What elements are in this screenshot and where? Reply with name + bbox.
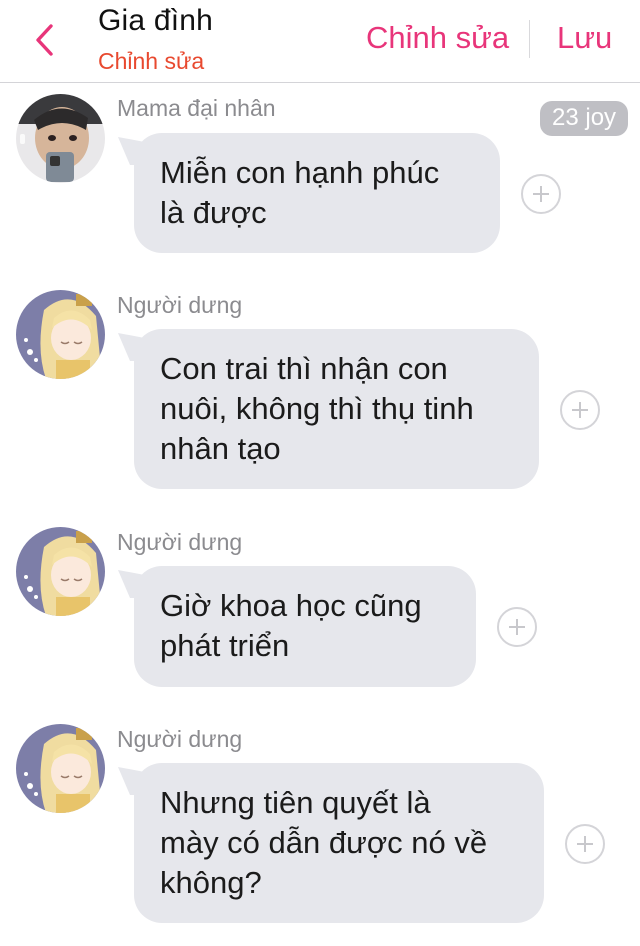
message-bubble[interactable]: Giờ khoa học cũng phát triển	[134, 566, 476, 687]
anime-girl-avatar[interactable]	[16, 290, 105, 379]
message-line: nuôi, không thì thụ tinh	[160, 391, 474, 426]
message-line: phát triển	[160, 628, 290, 663]
message-line: nhân tạo	[160, 431, 281, 466]
message-line: Miễn con hạnh phúc	[160, 155, 440, 190]
message-line: Nhưng tiên quyết là	[160, 785, 431, 820]
conversation-title: Gia đình	[98, 4, 214, 37]
plus-circle-icon	[572, 402, 588, 418]
add-reaction-button[interactable]	[565, 824, 605, 864]
message-bubble[interactable]: Nhưng tiên quyết là mày có dẫn được nó v…	[134, 763, 544, 923]
message-line: Giờ khoa học cũng	[160, 588, 422, 623]
message-line: không?	[160, 865, 262, 900]
message-bubble[interactable]: Miễn con hạnh phúc là được	[134, 133, 500, 253]
plus-circle-icon	[533, 186, 549, 202]
add-reaction-button[interactable]	[560, 390, 600, 430]
header-divider	[529, 20, 530, 58]
chevron-left-icon	[36, 24, 53, 56]
conversation-subtitle[interactable]: Chỉnh sửa	[98, 48, 204, 75]
chat-header: Gia đình Chỉnh sửa Chỉnh sửa Lưu	[0, 0, 640, 83]
message-line: Con trai thì nhận con	[160, 351, 448, 386]
add-reaction-button[interactable]	[497, 607, 537, 647]
message-line: là được	[160, 195, 267, 230]
message-bubble[interactable]: Con trai thì nhận con nuôi, không thì th…	[134, 329, 539, 489]
message-list[interactable]: Mama đại nhân 23 joy Miễn con hạnh phúc …	[0, 83, 640, 946]
back-button[interactable]	[26, 20, 62, 60]
plus-circle-icon	[577, 836, 593, 852]
save-button[interactable]: Lưu	[557, 20, 612, 56]
sender-name: Người dưng	[117, 726, 243, 752]
sender-name: Mama đại nhân	[117, 95, 276, 121]
add-reaction-button[interactable]	[521, 174, 561, 214]
sender-name: Người dưng	[117, 529, 243, 555]
reaction-badge[interactable]: 23 joy	[540, 101, 629, 136]
anime-girl-avatar[interactable]	[16, 527, 105, 616]
message-line: mày có dẫn được nó về	[160, 825, 488, 860]
edit-button[interactable]: Chỉnh sửa	[366, 20, 509, 56]
anime-girl-avatar[interactable]	[16, 724, 105, 813]
sender-name: Người dưng	[117, 292, 243, 318]
plus-circle-icon	[509, 619, 525, 635]
user-photo-avatar[interactable]	[16, 94, 105, 183]
